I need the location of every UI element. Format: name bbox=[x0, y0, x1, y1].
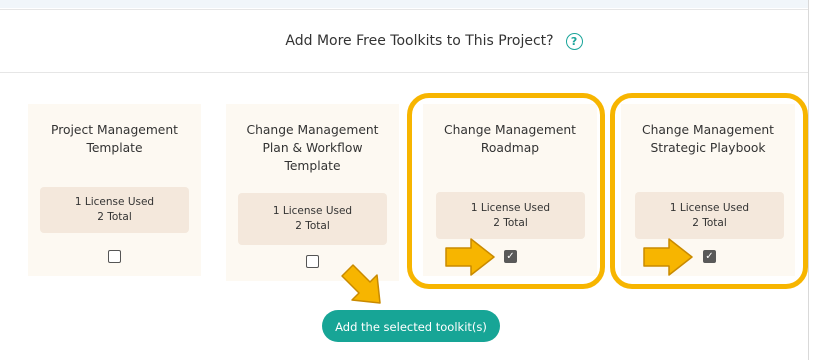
toolkit-checkbox[interactable]: ✓ bbox=[703, 250, 716, 263]
license-total-text: 2 Total bbox=[692, 216, 727, 229]
license-used-text: 1 License Used bbox=[470, 201, 551, 214]
toolkit-checkbox[interactable] bbox=[108, 250, 121, 263]
yellow-arrow-icon bbox=[445, 238, 495, 276]
right-border bbox=[808, 0, 809, 360]
checkmark-icon: ✓ bbox=[705, 251, 714, 262]
toolkit-title-line: Template bbox=[284, 159, 341, 173]
top-strip bbox=[0, 0, 808, 8]
toolkit-title-line: Plan & Workflow bbox=[262, 141, 363, 155]
toolkit-card-change-management-plan-workflow-template: Change Management Plan & Workflow Templa… bbox=[226, 104, 399, 281]
license-used-text: 1 License Used bbox=[74, 196, 155, 208]
toolkit-card-title: Change Management Plan & Workflow Templa… bbox=[226, 121, 399, 175]
license-total-text: 2 Total bbox=[295, 220, 330, 232]
toolkit-card-title: Change Management Roadmap bbox=[423, 121, 597, 157]
yellow-arrow-icon bbox=[341, 264, 381, 304]
license-total-text: 2 Total bbox=[97, 211, 132, 223]
page: Add More Free Toolkits to This Project? … bbox=[0, 0, 815, 360]
toolkit-checkbox[interactable] bbox=[306, 255, 319, 268]
toolkit-title-line: Change Management bbox=[642, 123, 774, 137]
toolkit-header: Add More Free Toolkits to This Project? … bbox=[0, 9, 808, 73]
license-total-text: 2 Total bbox=[493, 216, 528, 229]
toolkit-checkbox[interactable]: ✓ bbox=[504, 250, 517, 263]
license-used-text: 1 License Used bbox=[669, 201, 750, 214]
yellow-arrow-icon bbox=[643, 238, 693, 276]
toolkit-card-title: Project Management Template bbox=[28, 121, 201, 157]
license-info: 1 License Used 2 Total bbox=[635, 192, 784, 239]
add-selected-toolkits-button[interactable]: Add the selected toolkit(s) bbox=[322, 310, 500, 342]
toolkit-title-line: Strategic Playbook bbox=[650, 141, 766, 155]
help-circle-icon[interactable]: ? bbox=[565, 32, 583, 50]
toolkit-title-line: Roadmap bbox=[480, 141, 540, 155]
toolkit-title-line: Template bbox=[86, 141, 143, 155]
toolkit-card-project-management-template: Project Management Template 1 License Us… bbox=[28, 104, 201, 276]
checkmark-icon: ✓ bbox=[506, 251, 515, 262]
license-used-text: 1 License Used bbox=[272, 205, 353, 217]
license-info: 1 License Used 2 Total bbox=[436, 192, 585, 239]
license-info: 1 License Used 2 Total bbox=[238, 193, 387, 245]
toolkit-title-line: Change Management bbox=[246, 123, 379, 137]
license-info: 1 License Used 2 Total bbox=[40, 187, 189, 233]
toolkit-title-line: Change Management bbox=[444, 123, 576, 137]
toolkit-title-line: Project Management bbox=[51, 123, 178, 137]
toolkit-card-title: Change Management Strategic Playbook bbox=[621, 121, 795, 157]
page-title: Add More Free Toolkits to This Project? bbox=[285, 33, 554, 49]
